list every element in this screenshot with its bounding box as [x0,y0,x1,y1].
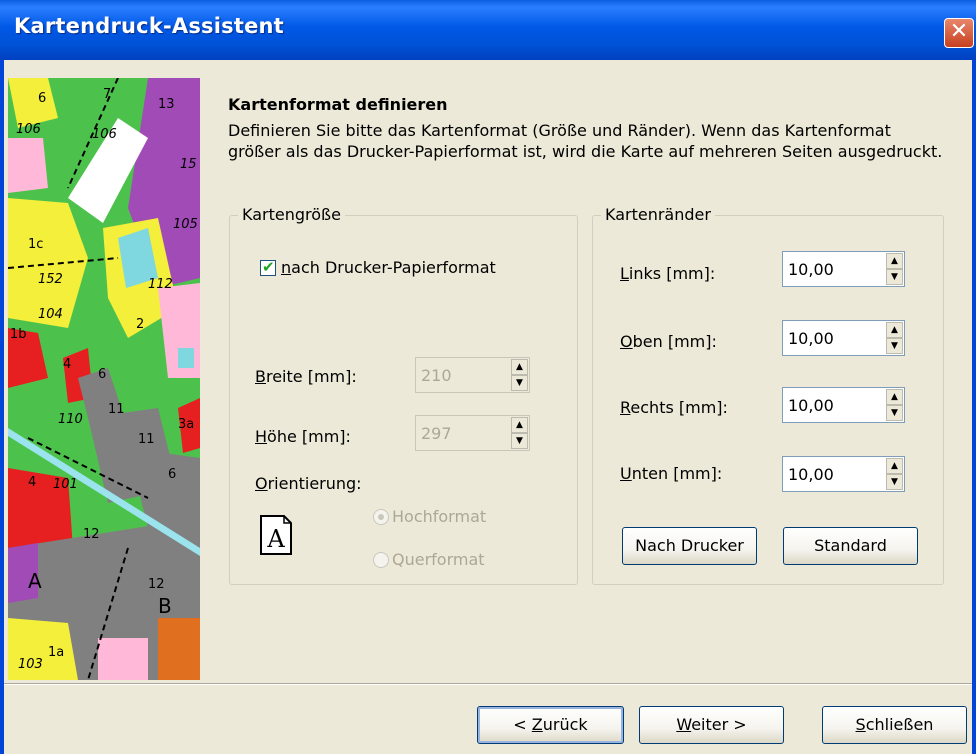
svg-text:1b: 1b [10,327,27,342]
spin-down-icon[interactable]: ▼ [886,405,903,421]
oben-input[interactable] [783,321,883,355]
svg-text:13: 13 [158,97,175,112]
breite-spinbox[interactable]: ▲ ▼ [415,357,530,393]
breite-label: Breite [mm]: [255,367,357,386]
close-window-button[interactable]: ✕ [944,18,974,48]
spin-down-icon[interactable]: ▼ [886,338,903,354]
svg-text:105: 105 [173,217,198,232]
svg-text:6: 6 [98,367,106,382]
hoehe-input[interactable] [416,416,511,450]
svg-text:112: 112 [148,277,173,292]
hoehe-spinbox[interactable]: ▲ ▼ [415,415,530,451]
svg-text:106: 106 [16,122,41,137]
breite-input[interactable] [416,358,511,392]
svg-text:12: 12 [148,577,165,592]
svg-text:3a: 3a [178,417,194,432]
spin-up-icon[interactable]: ▲ [511,359,528,375]
svg-text:1a: 1a [48,645,64,660]
svg-text:6: 6 [168,467,176,482]
svg-text:106: 106 [92,127,117,142]
page-heading: Kartenformat definieren [228,95,448,114]
svg-text:12: 12 [83,527,100,542]
links-input[interactable] [783,252,883,286]
document-a-icon: A [260,515,292,555]
svg-text:152: 152 [38,272,63,287]
spin-down-icon[interactable]: ▼ [886,474,903,490]
spin-down-icon[interactable]: ▼ [511,375,528,391]
unten-spinner[interactable]: ▲ ▼ [886,458,903,490]
spin-down-icon[interactable]: ▼ [511,433,528,449]
links-spinner[interactable]: ▲ ▼ [886,253,903,285]
rechts-input[interactable] [783,388,883,422]
printer-paper-format-checkbox[interactable]: ✔ [260,258,276,276]
links-label: Links [mm]: [620,264,716,283]
standard-button[interactable]: Standard [783,527,918,565]
groupbox-title: Kartenränder [601,205,715,225]
links-spinbox[interactable]: ▲ ▼ [782,251,905,287]
svg-text:2: 2 [136,317,144,332]
spin-up-icon[interactable]: ▲ [886,322,903,338]
footer-separator [4,683,972,685]
svg-text:A: A [28,569,42,593]
window-title: Kartendruck-Assistent [14,14,284,38]
svg-text:11: 11 [138,432,155,447]
page-description: Definieren Sie bitte das Kartenformat (G… [228,121,943,161]
oben-spinbox[interactable]: ▲ ▼ [782,320,905,356]
radio-selected-dot [378,514,384,520]
orientierung-label: Orientierung: [255,474,362,493]
cadastral-map-image: 6 7 13 106 106 15 105 1c 152 112 104 1b 2 4 6 11 1… [8,78,200,680]
hochformat-label[interactable]: Hochformat [392,507,486,526]
svg-text:B: B [158,594,172,618]
querformat-radio[interactable] [373,552,389,568]
spin-up-icon[interactable]: ▲ [886,253,903,269]
svg-text:15: 15 [180,157,197,172]
unten-spinbox[interactable]: ▲ ▼ [782,456,905,492]
svg-text:6: 6 [38,91,46,106]
hoehe-label: Höhe [mm]: [255,427,351,446]
svg-text:101: 101 [53,477,78,492]
printer-paper-format-label[interactable]: nach Drucker-Papierformat [281,258,496,277]
spin-up-icon[interactable]: ▲ [886,389,903,405]
next-button[interactable]: Weiter > [639,706,784,744]
querformat-label[interactable]: Querformat [392,550,485,569]
spin-down-icon[interactable]: ▼ [886,269,903,285]
unten-input[interactable] [783,457,883,491]
spin-up-icon[interactable]: ▲ [886,458,903,474]
svg-text:104: 104 [38,307,63,322]
svg-text:4: 4 [28,475,36,490]
rechts-spinner[interactable]: ▲ ▼ [886,389,903,421]
svg-text:1c: 1c [28,237,43,252]
svg-text:103: 103 [18,657,43,672]
oben-label: Oben [mm]: [620,332,717,351]
svg-text:110: 110 [58,412,83,427]
spin-up-icon[interactable]: ▲ [511,417,528,433]
title-bar[interactable]: Kartendruck-Assistent ✕ [0,0,976,60]
close-button[interactable]: Schließen [822,706,967,744]
back-button[interactable]: < Zurück [477,706,624,744]
rechts-spinbox[interactable]: ▲ ▼ [782,387,905,423]
rechts-label: Rechts [mm]: [620,398,728,417]
hoehe-spinner[interactable]: ▲ ▼ [511,417,528,449]
close-icon: ✕ [949,19,969,44]
checkmark-icon: ✔ [262,258,275,276]
breite-spinner[interactable]: ▲ ▼ [511,359,528,391]
svg-text:A: A [266,525,285,553]
svg-text:11: 11 [108,402,125,417]
unten-label: Unten [mm]: [620,464,723,483]
oben-spinner[interactable]: ▲ ▼ [886,322,903,354]
svg-text:7: 7 [103,87,111,102]
groupbox-title: Kartengröße [238,205,345,225]
svg-text:4: 4 [63,357,71,372]
hochformat-radio[interactable] [373,509,389,525]
nach-drucker-button[interactable]: Nach Drucker [622,527,757,565]
